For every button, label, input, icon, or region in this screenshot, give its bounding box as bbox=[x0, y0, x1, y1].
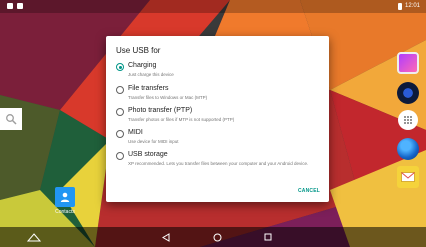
radio-photo-transfer[interactable] bbox=[116, 108, 124, 116]
contacts-app[interactable]: Contacts bbox=[50, 187, 80, 215]
search-icon bbox=[6, 114, 17, 125]
search-button[interactable] bbox=[0, 108, 22, 130]
android-home-screen: 12:01 Contacts Use USB for Charging Just… bbox=[0, 0, 426, 247]
envelope-icon bbox=[401, 172, 415, 182]
back-icon bbox=[162, 232, 170, 242]
back-button[interactable] bbox=[158, 231, 174, 243]
email-app-icon[interactable] bbox=[397, 166, 419, 188]
browser-app-icon[interactable] bbox=[397, 138, 419, 160]
option-description: Transfer files to Windows or Mac (MTP) bbox=[128, 95, 208, 100]
radio-file-transfers[interactable] bbox=[116, 86, 124, 94]
notification-icon bbox=[17, 3, 23, 9]
dialog-title: Use USB for bbox=[116, 46, 161, 55]
radio-charging[interactable] bbox=[116, 63, 124, 71]
cancel-button[interactable]: CANCEL bbox=[298, 188, 320, 194]
recents-button[interactable] bbox=[260, 231, 276, 243]
app-drawer-icon bbox=[404, 116, 412, 124]
status-bar: 12:01 bbox=[0, 0, 426, 13]
option-title: File transfers bbox=[128, 85, 169, 92]
contacts-label: Contacts bbox=[55, 209, 75, 215]
music-app-icon[interactable] bbox=[397, 82, 419, 104]
clock: 12:01 bbox=[404, 3, 420, 9]
home-button[interactable] bbox=[209, 231, 225, 243]
option-title: MIDI bbox=[128, 129, 143, 136]
lock-icon bbox=[7, 3, 13, 9]
battery-icon bbox=[397, 3, 402, 10]
radio-usb-storage[interactable] bbox=[116, 152, 124, 160]
recents-square-icon bbox=[264, 233, 272, 241]
contacts-icon bbox=[55, 187, 75, 207]
option-description: Use device for MIDI input bbox=[128, 139, 179, 144]
option-title: Charging bbox=[128, 62, 157, 69]
up-triangle-icon bbox=[27, 232, 41, 241]
notification-icons bbox=[7, 3, 23, 9]
option-description: XP recommended. Lets you transfer files … bbox=[128, 161, 309, 166]
status-indicators: 12:01 bbox=[397, 3, 420, 10]
usb-mode-dialog: Use USB for Charging Just charge this de… bbox=[106, 36, 329, 202]
home-circle-icon bbox=[213, 233, 221, 241]
option-title: USB storage bbox=[128, 151, 168, 158]
radio-midi[interactable] bbox=[116, 130, 124, 138]
gallery-app-icon[interactable] bbox=[397, 52, 419, 74]
person-icon bbox=[60, 192, 70, 202]
all-apps-button[interactable] bbox=[398, 110, 418, 130]
option-description: Just charge this device bbox=[128, 72, 174, 77]
option-description: Transfer photos or files if MTP is not s… bbox=[128, 117, 235, 122]
option-title: Photo transfer (PTP) bbox=[128, 107, 193, 114]
launcher-button[interactable] bbox=[26, 231, 42, 243]
navigation-bar bbox=[0, 227, 426, 247]
